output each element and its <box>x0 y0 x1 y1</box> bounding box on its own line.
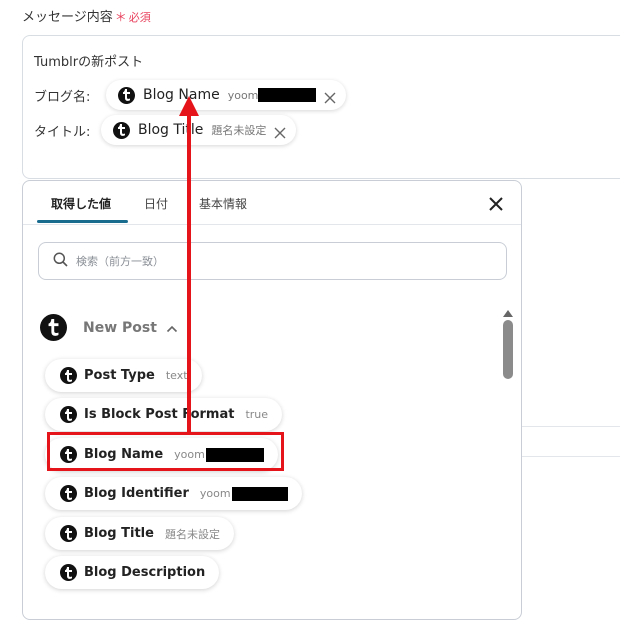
active-tab-indicator <box>37 220 128 223</box>
close-icon[interactable] <box>487 195 505 213</box>
option-value: yoom <box>199 487 231 500</box>
option-value: 題名未設定 <box>164 527 220 541</box>
option-name: Is Block Post Format <box>84 407 235 422</box>
option-value: true <box>245 408 269 421</box>
tumblr-icon <box>60 406 77 423</box>
redacted-value <box>205 447 264 462</box>
message-pill-blog-title[interactable]: Blog Title 題名未設定 <box>101 115 297 145</box>
required-text: 必須 <box>128 11 151 24</box>
tab-date[interactable]: 日付 <box>144 195 168 212</box>
pill-value: 題名未設定 <box>211 124 267 137</box>
tab-bar: 取得した値 日付 基本情報 <box>23 181 521 225</box>
scrollbar-thumb[interactable] <box>503 320 513 379</box>
tumblr-icon <box>118 86 135 104</box>
pill-value: yoom <box>227 88 259 102</box>
search-icon <box>53 252 68 271</box>
group-new-post[interactable]: New Post <box>40 314 178 341</box>
search-box[interactable] <box>38 242 507 280</box>
pill-name: Blog Name <box>143 87 220 103</box>
option-name: Post Type <box>84 368 155 383</box>
redacted-value <box>258 88 317 102</box>
tumblr-icon <box>60 525 77 542</box>
option-name: Blog Title <box>84 526 154 541</box>
close-icon[interactable] <box>324 89 336 104</box>
message-title-label: タイトル: <box>34 125 91 140</box>
option-name: Blog Description <box>84 565 206 580</box>
option-is-block-post-format[interactable]: Is Block Post Format true <box>45 398 283 431</box>
tab-basic-info[interactable]: 基本情報 <box>199 195 247 212</box>
tab-fetched-values[interactable]: 取得した値 <box>51 195 111 212</box>
tumblr-icon <box>40 314 67 341</box>
divider <box>522 426 620 427</box>
tumblr-icon <box>60 485 77 502</box>
option-blog-identifier[interactable]: Blog Identifier yoom <box>45 477 302 510</box>
message-line-title: Tumblrの新ポスト <box>34 55 144 70</box>
option-post-type[interactable]: Post Type text <box>45 359 202 392</box>
option-value: yoom <box>174 448 205 461</box>
close-icon[interactable] <box>274 124 286 139</box>
tumblr-icon <box>60 446 77 463</box>
option-blog-title[interactable]: Blog Title 題名未設定 <box>45 517 234 550</box>
message-pill-blog-name[interactable]: Blog Name yoom <box>106 80 347 110</box>
tumblr-icon <box>60 564 77 581</box>
option-name: Blog Identifier <box>84 486 189 501</box>
tumblr-icon <box>113 121 130 139</box>
value-picker-panel: 取得した値 日付 基本情報 New Post Post Type text Is… <box>22 180 522 620</box>
option-blog-name[interactable]: Blog Name yoom <box>45 438 278 471</box>
redacted-value <box>231 486 288 501</box>
search-input[interactable] <box>74 253 474 269</box>
option-name: Blog Name <box>84 447 164 462</box>
required-mark: ＊ <box>114 10 127 24</box>
group-title: New Post <box>83 319 157 336</box>
field-label-text: メッセージ内容 <box>22 10 113 25</box>
chevron-up-icon <box>166 318 178 337</box>
divider <box>522 456 620 457</box>
message-blog-name-label: ブログ名: <box>34 90 91 105</box>
field-label: メッセージ内容＊必須 <box>22 6 151 25</box>
option-value: text <box>165 369 188 382</box>
pill-name: Blog Title <box>138 122 204 138</box>
tumblr-icon <box>60 367 77 384</box>
option-blog-description[interactable]: Blog Description <box>45 556 220 589</box>
